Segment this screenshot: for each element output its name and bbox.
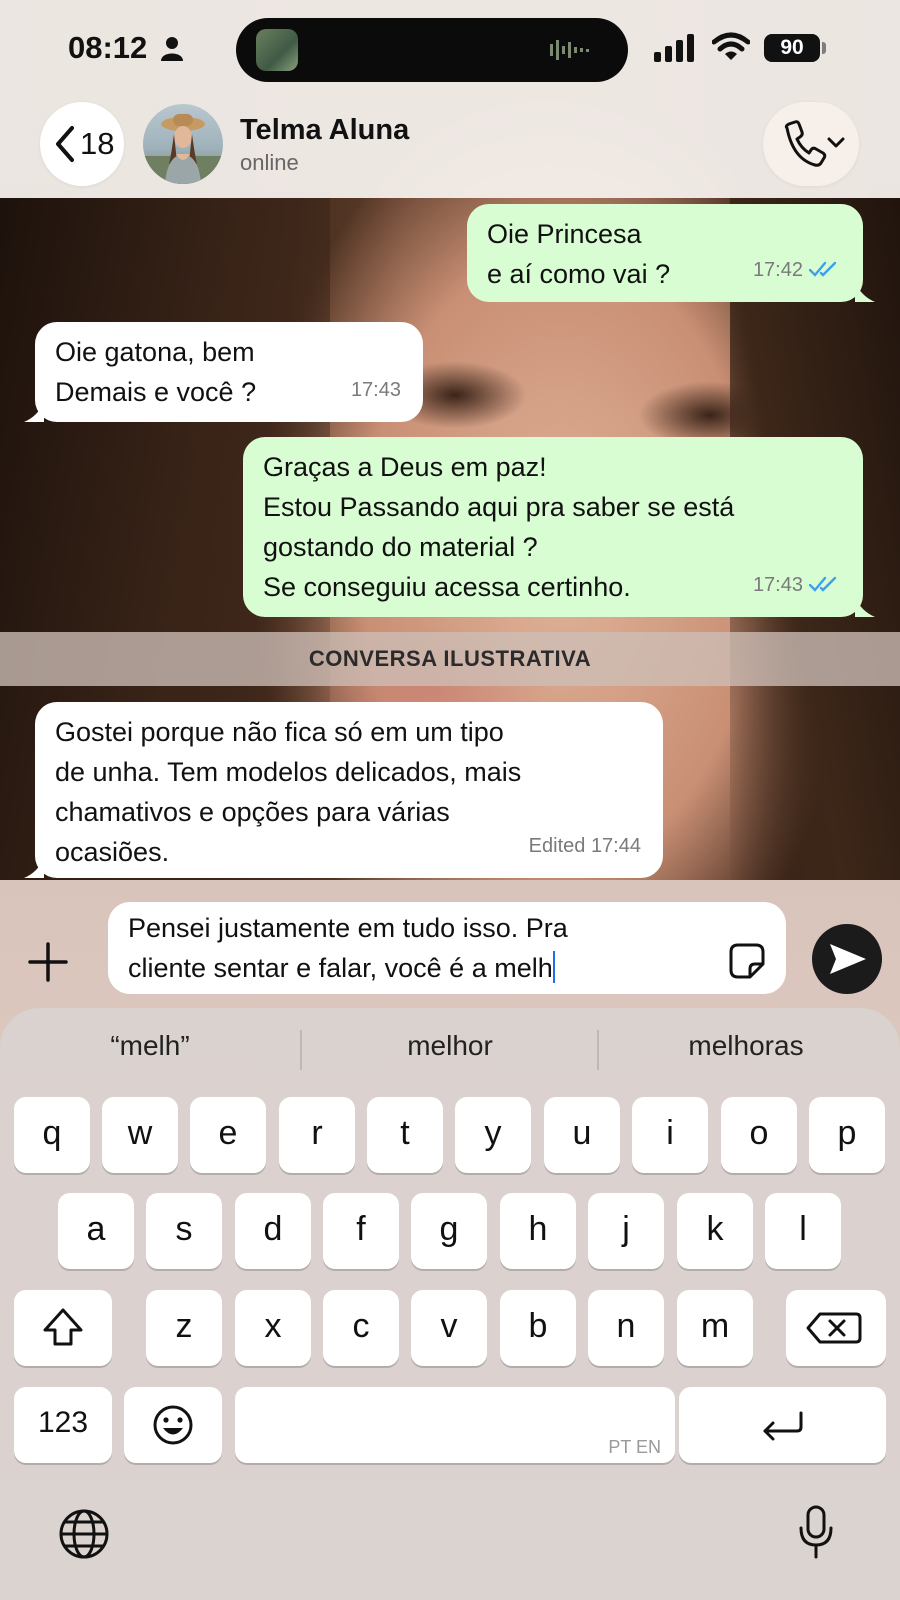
message-bubble-incoming[interactable]: Oie gatona, bem Demais e você ? 17:43 <box>35 322 423 422</box>
back-button[interactable]: 18 <box>40 102 124 186</box>
person-icon <box>161 37 183 61</box>
key-k[interactable]: k <box>677 1193 753 1269</box>
send-icon <box>830 944 866 974</box>
status-bar: 08:12 90 <box>0 0 900 96</box>
key-a[interactable]: a <box>58 1193 134 1269</box>
space-key[interactable]: PT EN <box>235 1387 675 1463</box>
message-text: Graças a Deus em paz! <box>263 452 547 482</box>
message-text: Demais e você ? <box>55 377 257 407</box>
key-u[interactable]: u <box>544 1097 620 1173</box>
key-t[interactable]: t <box>367 1097 443 1173</box>
keyboard-language-hint: PT EN <box>608 1437 661 1457</box>
bubble-tail <box>855 282 875 302</box>
read-receipt-icon <box>809 576 837 592</box>
media-thumbnail <box>256 29 298 71</box>
avatar-photo <box>143 114 223 184</box>
key-i[interactable]: i <box>632 1097 708 1173</box>
key-w[interactable]: w <box>102 1097 178 1173</box>
key-b[interactable]: b <box>500 1290 576 1366</box>
key-r[interactable]: r <box>279 1097 355 1173</box>
message-text: Gostei porque não fica só em um tipo <box>55 717 504 747</box>
key-c[interactable]: c <box>323 1290 399 1366</box>
key-h[interactable]: h <box>500 1193 576 1269</box>
key-y[interactable]: y <box>455 1097 531 1173</box>
key-e[interactable]: e <box>190 1097 266 1173</box>
message-meta: 17:42 <box>753 250 841 290</box>
read-receipt-icon <box>809 261 837 277</box>
suggestion-bar: “melh” melhor melhoras <box>0 1008 900 1098</box>
emoji-key[interactable] <box>124 1387 222 1463</box>
key-j[interactable]: j <box>588 1193 664 1269</box>
suggestion-item[interactable]: melhoras <box>606 1030 886 1062</box>
battery-cap <box>822 42 826 54</box>
suggestion-divider <box>300 1030 302 1070</box>
send-button[interactable] <box>812 924 882 994</box>
contact-name[interactable]: Telma Aluna <box>240 114 409 147</box>
input-text-line: Pensei justamente em tudo isso. Pra <box>128 913 568 943</box>
message-bubble-outgoing[interactable]: Oie Princesa e aí como vai ? 17:42 <box>467 204 863 302</box>
key-m[interactable]: m <box>677 1290 753 1366</box>
suggestion-item[interactable]: “melh” <box>10 1030 290 1062</box>
dynamic-island[interactable] <box>236 18 628 82</box>
bubble-tail <box>24 858 44 878</box>
return-key[interactable] <box>679 1387 886 1463</box>
message-meta: 17:43 <box>753 565 841 605</box>
key-d[interactable]: d <box>235 1193 311 1269</box>
sticker-icon[interactable] <box>728 942 766 980</box>
microphone-icon[interactable] <box>796 1504 836 1560</box>
cellular-signal-icon <box>654 34 694 62</box>
key-v[interactable]: v <box>411 1290 487 1366</box>
call-button[interactable] <box>763 102 859 186</box>
chevron-left-icon <box>56 126 74 162</box>
shift-key[interactable] <box>14 1290 112 1366</box>
message-text: gostando do material ? <box>263 532 538 562</box>
key-f[interactable]: f <box>323 1193 399 1269</box>
message-text: de unha. Tem modelos delicados, mais <box>55 757 522 787</box>
wifi-icon <box>712 32 750 60</box>
waveform-icon <box>550 40 589 60</box>
message-time: 17:43 <box>752 574 803 596</box>
message-input[interactable]: Pensei justamente em tudo isso. Pra clie… <box>108 902 786 994</box>
contact-status: online <box>240 150 299 175</box>
globe-icon[interactable] <box>58 1508 110 1560</box>
key-g[interactable]: g <box>411 1193 487 1269</box>
input-text-line: cliente sentar e falar, você é a melh <box>128 948 766 988</box>
backspace-icon <box>806 1312 862 1344</box>
shift-icon <box>43 1308 83 1346</box>
delete-key[interactable] <box>786 1290 886 1366</box>
message-composer: Pensei justamente em tudo isso. Pra clie… <box>0 886 900 1006</box>
key-o[interactable]: o <box>721 1097 797 1173</box>
key-s[interactable]: s <box>146 1193 222 1269</box>
battery-indicator: 90 <box>764 34 820 62</box>
chevron-down-icon <box>827 137 845 148</box>
return-icon <box>763 1411 803 1441</box>
message-bubble-incoming[interactable]: Gostei porque não fica só em um tipo de … <box>35 702 663 878</box>
key-l[interactable]: l <box>765 1193 841 1269</box>
text-caret <box>552 951 555 983</box>
message-text: Oie gatona, bem <box>55 337 255 367</box>
emoji-icon <box>153 1405 193 1445</box>
contact-avatar[interactable] <box>143 104 223 184</box>
key-z[interactable]: z <box>146 1290 222 1366</box>
key-p[interactable]: p <box>809 1097 885 1173</box>
input-text: cliente sentar e falar, você é a melh <box>128 953 553 983</box>
key-x[interactable]: x <box>235 1290 311 1366</box>
key-q[interactable]: q <box>14 1097 90 1173</box>
key-n[interactable]: n <box>588 1290 664 1366</box>
numbers-key[interactable]: 123 <box>14 1387 112 1463</box>
bubble-tail <box>24 402 44 422</box>
message-time: 17:42 <box>752 259 803 281</box>
unread-count: 18 <box>80 126 115 161</box>
message-time: Edited 17:44 <box>528 835 641 857</box>
message-time: 17:43 <box>350 379 401 401</box>
plus-icon[interactable] <box>28 942 68 982</box>
suggestion-item[interactable]: melhor <box>310 1030 590 1062</box>
status-time: 08:12 <box>68 30 148 65</box>
illustrative-banner: CONVERSA ILUSTRATIVA <box>0 632 900 686</box>
bubble-tail <box>855 597 875 617</box>
message-text: Oie Princesa <box>487 219 642 249</box>
message-text: Estou Passando aqui pra saber se está <box>263 492 735 522</box>
message-bubble-outgoing[interactable]: Graças a Deus em paz! Estou Passando aqu… <box>243 437 863 617</box>
suggestion-divider <box>597 1030 599 1070</box>
